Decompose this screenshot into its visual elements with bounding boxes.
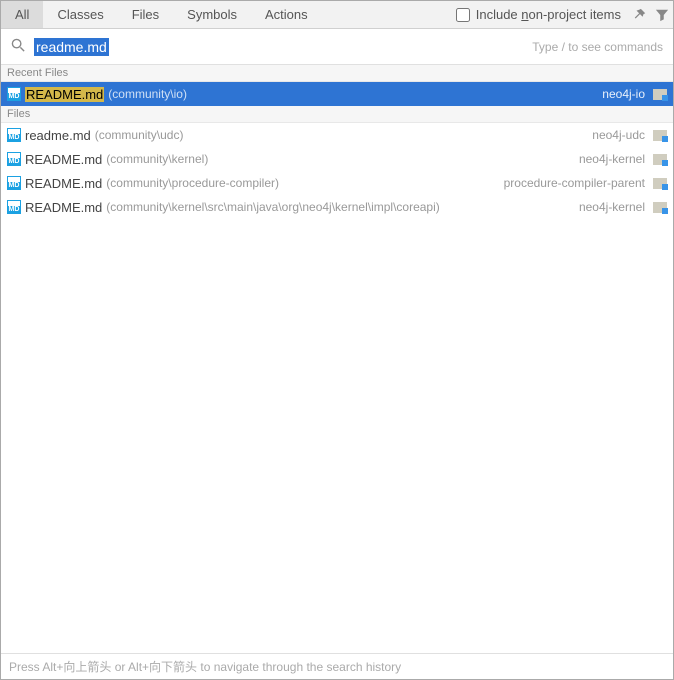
search-input[interactable]: readme.md: [34, 38, 109, 56]
result-module: procedure-compiler-parent: [504, 176, 645, 190]
include-label: Include non-project items: [476, 7, 621, 22]
filter-icon[interactable]: [651, 1, 673, 28]
results-area: Recent Files MD README.md (community\io)…: [1, 65, 673, 653]
pin-icon[interactable]: [629, 1, 651, 28]
folder-icon: [653, 154, 667, 165]
include-checkbox[interactable]: [456, 8, 470, 22]
tab-all[interactable]: All: [1, 1, 43, 28]
tab-symbols[interactable]: Symbols: [173, 1, 251, 28]
result-filename: readme.md: [25, 128, 91, 143]
result-path: (community\io): [108, 87, 187, 101]
result-module: neo4j-udc: [592, 128, 645, 142]
search-row: readme.md Type / to see commands: [1, 29, 673, 65]
result-filename: README.md: [25, 87, 104, 102]
result-row[interactable]: MD README.md (community\kernel\src\main\…: [1, 195, 673, 219]
markdown-icon: MD: [7, 152, 21, 166]
result-filename: README.md: [25, 200, 102, 215]
markdown-icon: MD: [7, 87, 21, 101]
folder-icon: [653, 202, 667, 213]
result-path: (community\kernel): [106, 152, 208, 166]
result-filename: README.md: [25, 176, 102, 191]
search-hint: Type / to see commands: [532, 40, 663, 54]
tab-files[interactable]: Files: [118, 1, 173, 28]
folder-icon: [653, 89, 667, 100]
footer: Press Alt+向上箭头 or Alt+向下箭头 to navigate t…: [1, 653, 673, 679]
include-non-project[interactable]: Include non-project items: [456, 1, 629, 28]
result-module: neo4j-io: [602, 87, 645, 101]
result-module: neo4j-kernel: [579, 200, 645, 214]
result-path: (community\udc): [95, 128, 184, 142]
result-module: neo4j-kernel: [579, 152, 645, 166]
markdown-icon: MD: [7, 128, 21, 142]
search-icon: [11, 38, 26, 56]
section-files: Files: [1, 106, 673, 123]
markdown-icon: MD: [7, 176, 21, 190]
folder-icon: [653, 178, 667, 189]
result-path: (community\kernel\src\main\java\org\neo4…: [106, 200, 439, 214]
toolbar: All Classes Files Symbols Actions Includ…: [1, 1, 673, 29]
section-recent-files: Recent Files: [1, 65, 673, 82]
result-path: (community\procedure-compiler): [106, 176, 279, 190]
result-row[interactable]: MD readme.md (community\udc) neo4j-udc: [1, 123, 673, 147]
footer-hint: Press Alt+向上箭头 or Alt+向下箭头 to navigate t…: [9, 658, 401, 675]
result-filename: README.md: [25, 152, 102, 167]
tab-actions[interactable]: Actions: [251, 1, 322, 28]
tabs: All Classes Files Symbols Actions: [1, 1, 322, 28]
folder-icon: [653, 130, 667, 141]
markdown-icon: MD: [7, 200, 21, 214]
result-row[interactable]: MD README.md (community\kernel) neo4j-ke…: [1, 147, 673, 171]
result-row[interactable]: MD README.md (community\io) neo4j-io: [1, 82, 673, 106]
tab-classes[interactable]: Classes: [43, 1, 117, 28]
result-row[interactable]: MD README.md (community\procedure-compil…: [1, 171, 673, 195]
